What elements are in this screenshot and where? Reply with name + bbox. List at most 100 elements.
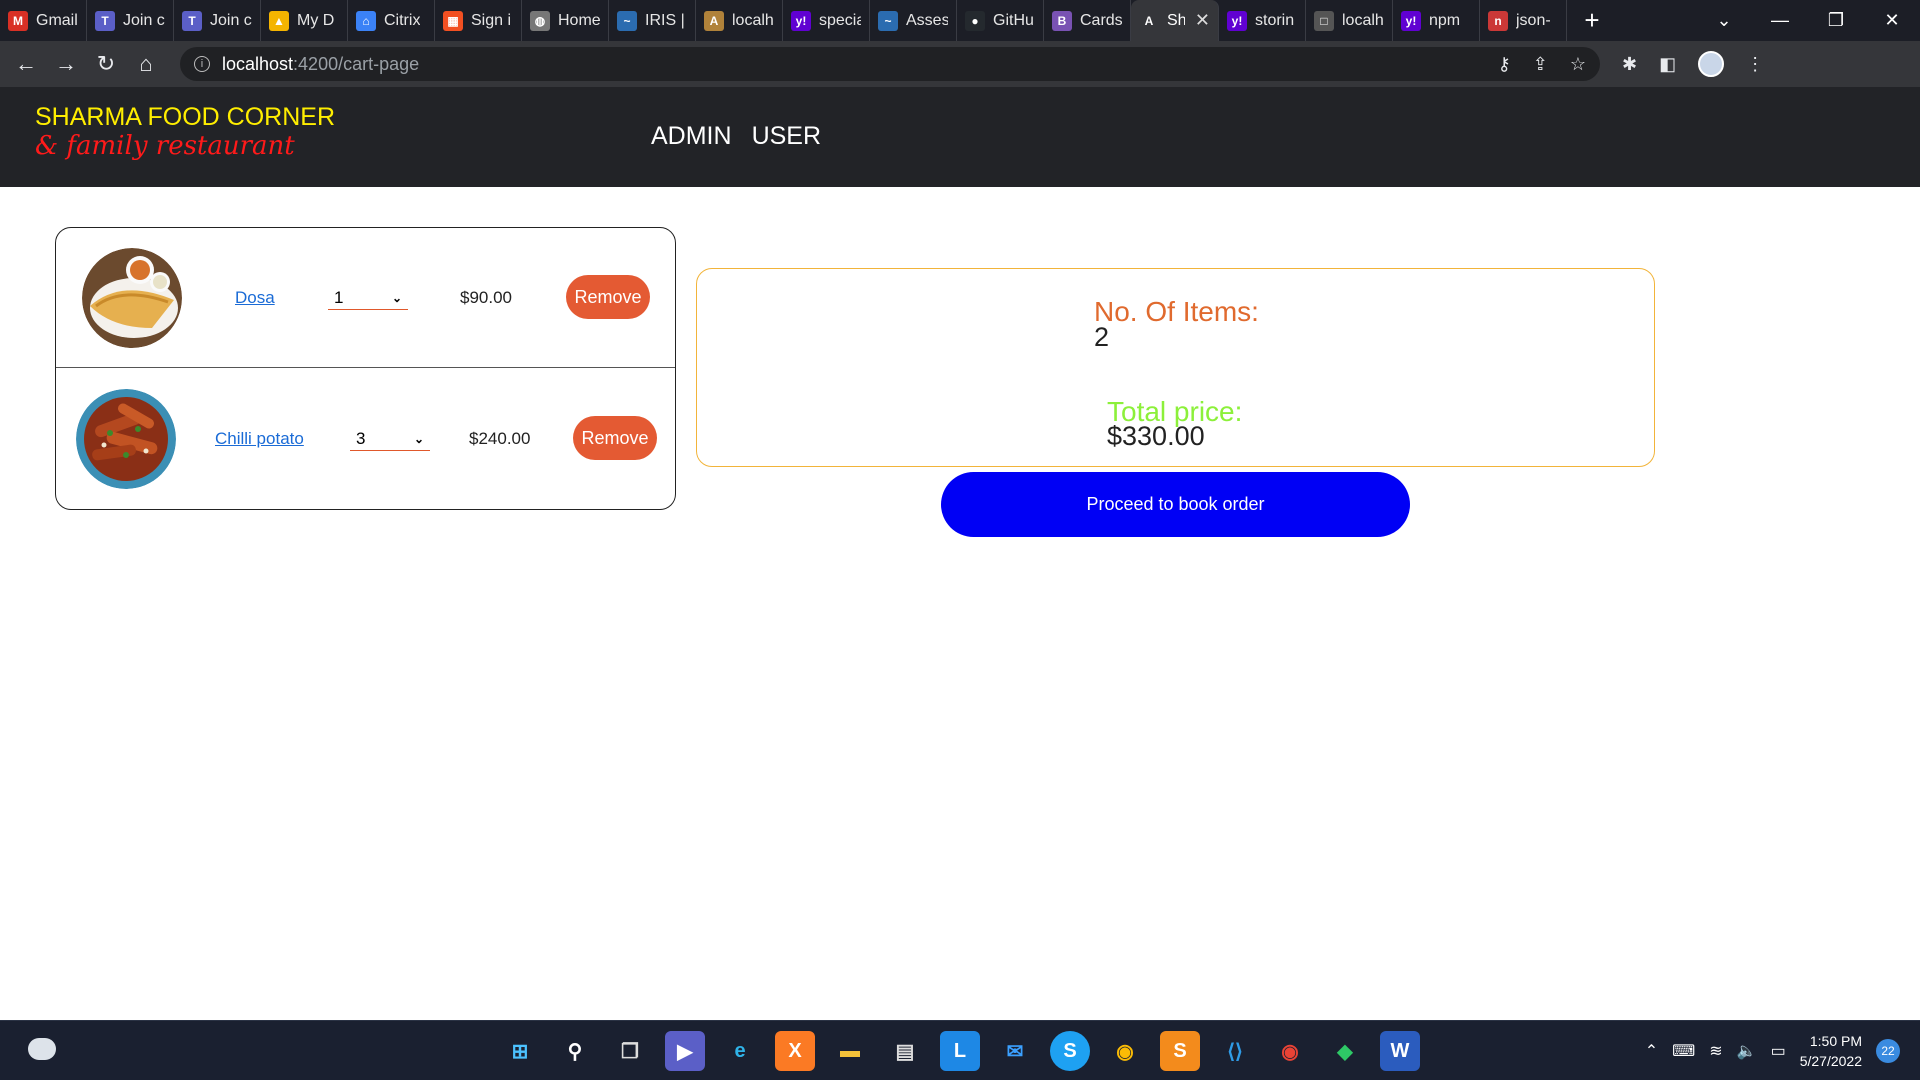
bootstrap-icon: B [1052,10,1072,31]
total-price-value: $330.00 [1107,421,1205,451]
microsoft-icon: ▦ [443,10,463,31]
browser-tab[interactable]: ● GitHu [957,0,1044,41]
close-tab-icon[interactable]: ✕ [1195,10,1210,31]
order-summary: No. Of Items: 2 Total price: $330.00 [696,268,1655,467]
browser-tab[interactable]: □ localh [1306,0,1393,41]
home-icon[interactable]: ⌂ [126,44,166,84]
close-window-icon[interactable]: ✕ [1864,10,1920,31]
share-icon[interactable]: ⇪ [1533,54,1548,75]
tab-title: Sign i [471,11,512,29]
browser-tab[interactable]: ⌂ Citrix [348,0,435,41]
tab-title: IRIS | [645,11,685,29]
menu-kebab-icon[interactable]: ⋮ [1746,54,1764,75]
tab-title: GitHu [993,11,1034,29]
browser-tab[interactable]: Alocalh [696,0,783,41]
bookmark-star-icon[interactable]: ☆ [1570,54,1586,75]
browser-tab[interactable]: n json- [1480,0,1567,41]
mail-icon[interactable]: ✉ [995,1031,1035,1071]
browser-tab[interactable]: B Cards [1044,0,1131,41]
site-info-icon[interactable]: i [194,56,210,72]
start-icon[interactable]: ⊞ [500,1031,540,1071]
clock-time: 1:50 PM [1809,1033,1862,1049]
notification-badge[interactable]: 22 [1876,1039,1900,1063]
dosa-image [82,248,182,348]
store-icon[interactable]: ▤ [885,1031,925,1071]
key-icon[interactable]: ⚷ [1498,54,1511,75]
teams-chat-icon[interactable]: ▶ [665,1031,705,1071]
browser-tab[interactable]: ▦ Sign i [435,0,522,41]
browser-tab[interactable]: y! npm [1393,0,1480,41]
chrome-profile-icon[interactable]: ◉ [1105,1031,1145,1071]
tab-title: Home [558,11,600,29]
browser-tab[interactable]: ▲ My D [261,0,348,41]
side-panel-icon[interactable]: ◧ [1659,54,1676,75]
nav-user-link[interactable]: USER [752,122,821,151]
tab-title: npm [1429,11,1461,29]
search-icon[interactable]: ⚲ [555,1031,595,1071]
weather-icon[interactable] [28,1038,56,1060]
browser-tab[interactable]: T Join c [174,0,261,41]
cart-item-price: $240.00 [469,429,531,448]
remove-button[interactable]: Remove [566,275,650,319]
nav-admin-link[interactable]: ADMIN [651,122,732,151]
clock[interactable]: 1:50 PM 5/27/2022 [1800,1031,1862,1071]
url-path: :4200/cart-page [293,53,420,74]
back-icon[interactable]: ← [6,44,46,84]
chrome-icon[interactable]: ◉ [1270,1031,1310,1071]
edge-icon[interactable]: e [720,1031,760,1071]
browser-tab[interactable]: T Join c [87,0,174,41]
browser-tab[interactable]: A Sh ✕ [1131,0,1219,41]
skype-icon[interactable]: S [1050,1031,1090,1071]
chevron-up-icon[interactable]: ⌃ [1645,1041,1658,1061]
quantity-value: 3 [356,428,366,448]
github-icon: ● [965,10,985,31]
profile-avatar[interactable] [1698,51,1725,77]
window-controls: ⌄ — ❐ ✕ [1696,0,1920,41]
vscode-icon[interactable]: ⟨⟩ [1215,1031,1255,1071]
file-explorer-icon[interactable]: ▬ [830,1031,870,1071]
quantity-select[interactable]: 3 ⌄ [350,427,430,451]
sublime-text-icon[interactable]: S [1160,1031,1200,1071]
tab-search-icon[interactable]: ⌄ [1696,10,1752,31]
cart-item: Dosa 1 ⌄ $90.00 Remove [56,228,675,368]
mongodb-icon[interactable]: ◆ [1325,1031,1365,1071]
clock-date: 5/27/2022 [1799,1053,1862,1069]
browser-tab[interactable]: ◍ Home [522,0,609,41]
tab-title: Cards [1080,11,1122,29]
battery-icon[interactable]: ▭ [1771,1041,1786,1061]
task-view-icon[interactable]: ❐ [610,1031,650,1071]
minimize-icon[interactable]: — [1752,10,1808,31]
wifi-icon[interactable]: ≋ [1709,1041,1722,1061]
chevron-down-icon: ⌄ [413,431,424,446]
browser-tab[interactable]: ~ IRIS | [609,0,696,41]
cart-item-name[interactable]: Dosa [235,288,275,308]
word-icon[interactable]: W [1380,1031,1420,1071]
browser-tab[interactable]: ~ Asses [870,0,957,41]
cart-item-name[interactable]: Chilli potato [215,429,304,449]
npm-icon: n [1488,10,1508,31]
browser-tab[interactable]: y! storin [1219,0,1306,41]
restore-icon[interactable]: ❐ [1808,10,1864,31]
proceed-to-book-button[interactable]: Proceed to book order [941,472,1410,537]
keyboard-icon[interactable]: ⌨ [1672,1041,1695,1061]
l-app-icon[interactable]: L [940,1031,980,1071]
tab-title: Citrix [384,11,421,29]
browser-toolbar: ← → ↻ ⌂ i localhost:4200/cart-page ⚷ ⇪ ☆… [0,41,1920,87]
browser-tab[interactable]: y! specia [783,0,870,41]
new-tab-button[interactable]: + [1575,4,1609,38]
iris-icon: ~ [878,10,898,31]
url-host: localhost [222,53,294,74]
teams-icon: T [95,10,115,31]
browser-tab[interactable]: M Gmail [0,0,87,41]
volume-icon[interactable]: 🔈 [1737,1041,1757,1061]
forward-icon[interactable]: → [46,44,86,84]
reload-icon[interactable]: ↻ [86,44,126,84]
page-icon: □ [1314,10,1334,31]
address-bar[interactable]: i localhost:4200/cart-page ⚷ ⇪ ☆ [180,47,1600,81]
cart-item: Chilli potato 3 ⌄ $240.00 Remove [56,369,675,509]
quantity-select[interactable]: 1 ⌄ [328,286,408,310]
brand-title: SHARMA FOOD CORNER [35,103,336,131]
extensions-icon[interactable]: ✱ [1622,54,1637,75]
xampp-icon[interactable]: X [775,1031,815,1071]
remove-button[interactable]: Remove [573,416,657,460]
